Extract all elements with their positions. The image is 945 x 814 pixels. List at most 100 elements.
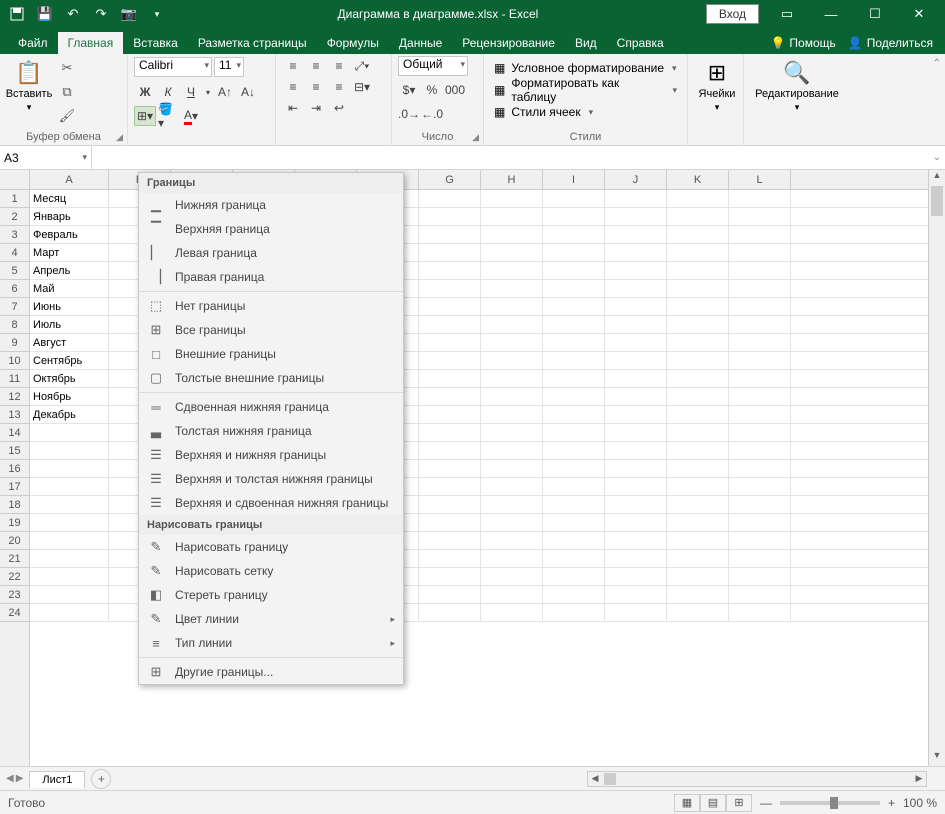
column-header[interactable]: A [30,170,109,189]
border-top-thick-bottom[interactable]: ☰Верхняя и толстая нижняя границы [139,467,403,491]
paste-button[interactable]: 📋 Вставить ▾ [6,56,52,126]
cell[interactable] [543,262,605,279]
cell[interactable] [605,334,667,351]
cell[interactable] [419,550,481,567]
cell[interactable] [543,352,605,369]
row-header[interactable]: 10 [0,352,29,370]
cell[interactable] [729,532,791,549]
horizontal-scrollbar[interactable]: ◀ ▶ [587,771,927,787]
cell[interactable] [667,424,729,441]
cell[interactable] [419,190,481,207]
border-top-bottom[interactable]: ☰Верхняя и нижняя границы [139,443,403,467]
cell[interactable] [729,190,791,207]
cell[interactable] [543,478,605,495]
cell[interactable] [605,280,667,297]
formula-input[interactable]: ⌄ [92,146,945,169]
maximize-icon[interactable]: ☐ [853,0,897,28]
cell[interactable] [667,586,729,603]
cell[interactable] [667,262,729,279]
cell[interactable]: Июль [30,316,109,333]
cell[interactable] [481,550,543,567]
cell[interactable] [729,244,791,261]
clipboard-launcher-icon[interactable]: ◢ [116,132,123,143]
scroll-up-icon[interactable]: ▲ [929,170,945,186]
cell[interactable] [419,208,481,225]
cell[interactable] [605,424,667,441]
cell[interactable] [481,262,543,279]
login-button[interactable]: Вход [706,4,759,24]
cell[interactable] [729,406,791,423]
bold-button[interactable]: Ж [134,82,156,102]
cell[interactable] [419,424,481,441]
row-header[interactable]: 11 [0,370,29,388]
cell[interactable] [605,370,667,387]
draw-border-grid[interactable]: ✎Нарисовать сетку [139,559,403,583]
cell[interactable] [419,406,481,423]
cell-styles[interactable]: ▦Стили ячеек▾ [490,102,681,122]
align-right-icon[interactable]: ≡ [328,77,350,97]
line-color[interactable]: ✎Цвет линии▸ [139,607,403,631]
format-as-table[interactable]: ▦Форматировать как таблицу▾ [490,80,681,100]
cell[interactable] [543,280,605,297]
cell[interactable] [605,442,667,459]
increase-indent-icon[interactable]: ⇥ [305,98,327,118]
page-layout-view-icon[interactable]: ▤ [700,794,726,812]
cell[interactable] [667,280,729,297]
cell[interactable] [481,298,543,315]
cell[interactable] [667,208,729,225]
border-thick-bottom[interactable]: ▃Толстая нижняя граница [139,419,403,443]
border-right[interactable]: ▕Правая граница [139,265,403,289]
cell[interactable]: Октябрь [30,370,109,387]
cell[interactable] [481,208,543,225]
cell[interactable] [729,514,791,531]
row-header[interactable]: 2 [0,208,29,226]
row-header[interactable]: 12 [0,388,29,406]
zoom-slider[interactable] [780,801,880,805]
cell[interactable] [419,262,481,279]
align-bottom-icon[interactable]: ≡ [328,56,350,76]
cell[interactable] [481,442,543,459]
column-header[interactable]: K [667,170,729,189]
cell[interactable] [543,424,605,441]
tell-me[interactable]: 💡Помощь [770,36,835,50]
tab-view[interactable]: Вид [565,32,607,54]
cell[interactable] [419,388,481,405]
accounting-icon[interactable]: $▾ [398,80,420,100]
cell[interactable] [30,604,109,621]
decrease-font-icon[interactable]: A↓ [237,82,259,102]
cell[interactable] [667,316,729,333]
cell[interactable] [30,478,109,495]
cell[interactable] [605,244,667,261]
border-top[interactable]: ▔Верхняя граница [139,217,403,241]
column-header[interactable]: H [481,170,543,189]
cell[interactable] [419,298,481,315]
cell[interactable] [729,352,791,369]
cell[interactable] [481,586,543,603]
cell[interactable] [729,604,791,621]
cell[interactable] [419,316,481,333]
cell[interactable] [605,478,667,495]
draw-border[interactable]: ✎Нарисовать границу [139,535,403,559]
cell[interactable] [419,478,481,495]
sheet-tab[interactable]: Лист1 [29,771,85,788]
cell[interactable] [30,550,109,567]
cell[interactable] [543,244,605,261]
cell[interactable] [419,586,481,603]
cell[interactable] [419,442,481,459]
cell[interactable] [729,334,791,351]
column-header[interactable]: G [419,170,481,189]
cell[interactable] [419,352,481,369]
cell[interactable] [30,586,109,603]
cell[interactable] [605,460,667,477]
cell[interactable] [543,370,605,387]
cell[interactable] [481,496,543,513]
cell[interactable] [667,604,729,621]
cell[interactable] [419,370,481,387]
cell[interactable] [667,352,729,369]
cell[interactable] [30,424,109,441]
cell[interactable] [419,244,481,261]
align-middle-icon[interactable]: ≡ [305,56,327,76]
editing-button[interactable]: 🔍 Редактирование ▾ [750,56,844,113]
conditional-formatting[interactable]: ▦Условное форматирование▾ [490,58,681,78]
cell[interactable] [729,496,791,513]
